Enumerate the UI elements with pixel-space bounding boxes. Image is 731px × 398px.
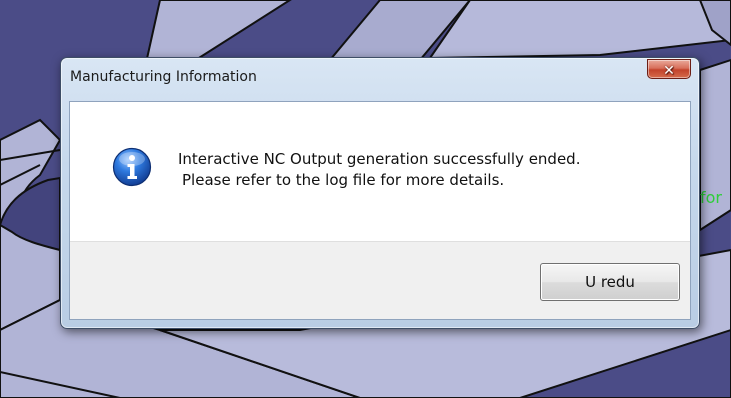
background-green-text: for [700,188,722,207]
button-bar: U redu [70,241,690,319]
message-area: Interactive NC Output generation success… [70,102,690,241]
manufacturing-information-dialog: Manufacturing Information ✕ Interactive … [60,57,700,329]
close-button[interactable]: ✕ [647,59,691,79]
message-line-1: Interactive NC Output generation success… [178,150,581,168]
message-line-2: Please refer to the log file for more de… [182,171,505,189]
dialog-client-area: Interactive NC Output generation success… [69,101,691,320]
close-icon: ✕ [663,63,675,79]
ok-button[interactable]: U redu [540,263,680,301]
dialog-title: Manufacturing Information [70,69,257,85]
info-icon [112,147,152,187]
